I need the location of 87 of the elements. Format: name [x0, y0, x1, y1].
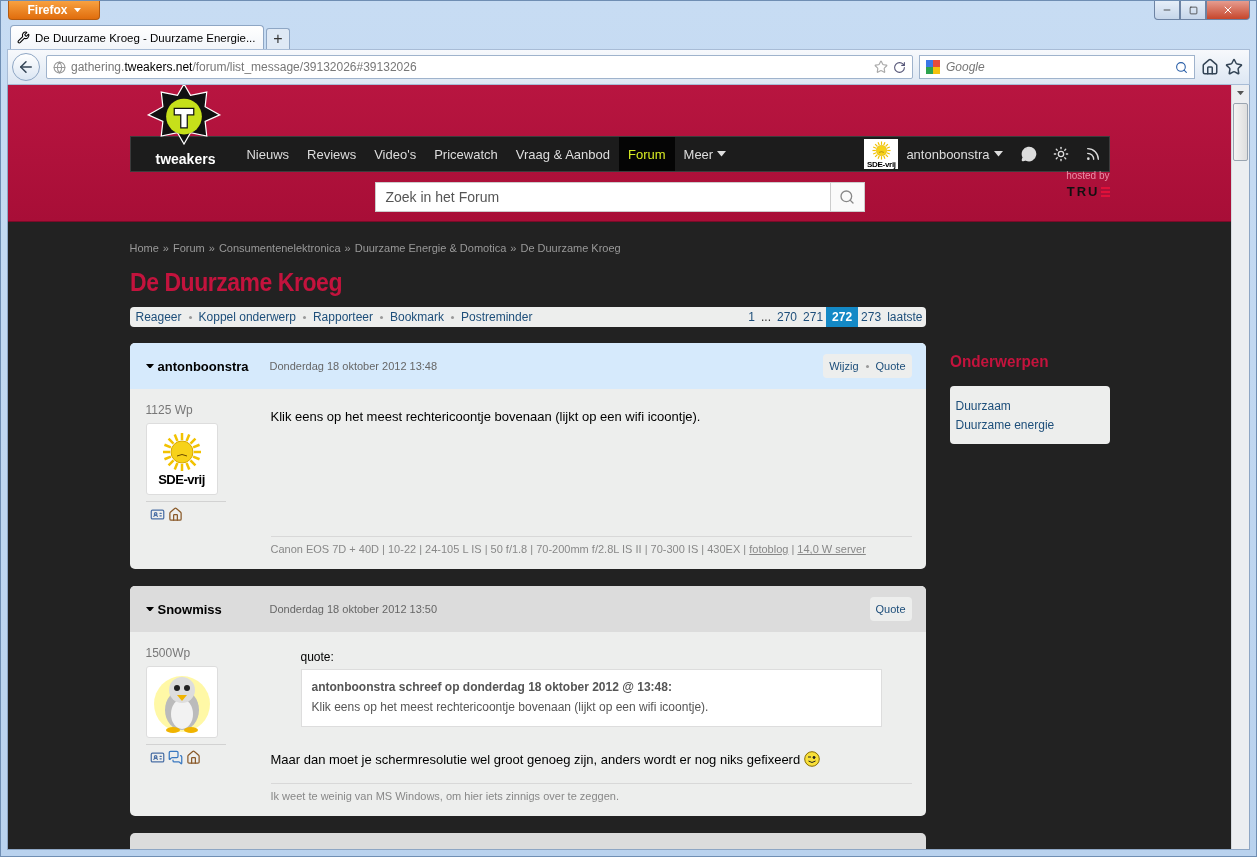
page-link[interactable]: 272 [826, 307, 859, 327]
caret-icon [993, 151, 1003, 157]
nav-link[interactable]: Nieuws [237, 137, 299, 171]
avatar-text: SDE-vrij [158, 471, 205, 487]
post-action-link[interactable]: Quote [875, 360, 906, 372]
breadcrumb-separator: » [162, 242, 169, 254]
nav-link[interactable]: Forum [619, 137, 675, 171]
caret-icon [1237, 90, 1244, 96]
user-menu[interactable]: antonboonstra [906, 137, 1013, 171]
scrollbar[interactable] [1231, 85, 1249, 849]
sun-icon [161, 431, 202, 472]
action-link[interactable]: Koppel onderwerp [198, 307, 296, 327]
user-rating: 1125 Wp [145, 403, 194, 417]
action-link[interactable]: Reageer [135, 307, 182, 327]
nav-link[interactable]: Video's [365, 137, 426, 171]
post-text: Klik eens op het meest rechtericoontje bovenaan (lijkt op een wifi icoontje). [270, 409, 701, 424]
scroll-thumb[interactable] [1233, 103, 1248, 161]
action-link[interactable]: Rapporteer [312, 307, 373, 327]
reload-icon[interactable] [893, 60, 906, 74]
post-author[interactable]: antonboonstra [145, 358, 270, 374]
search-button[interactable] [829, 183, 864, 211]
breadcrumb-link[interactable]: Forum [172, 242, 205, 254]
page-link[interactable]: 1 [745, 307, 758, 327]
sidebar-heading: Onderwerpen [949, 352, 1050, 372]
post-author[interactable]: Snowmiss [145, 601, 270, 617]
breadcrumb-link[interactable]: De Duurzame Kroeg [520, 242, 621, 254]
quote-text: Klik eens op het meest rechtericoontje bovenaan (lijkt op een wifi icoontje). [311, 700, 710, 714]
id-card-icon[interactable] [149, 750, 165, 765]
maximize-icon [1188, 5, 1198, 15]
nav-link[interactable]: Reviews [298, 137, 366, 171]
close-icon [1222, 4, 1234, 16]
search-field[interactable]: Google [919, 55, 1195, 79]
breadcrumb-separator: » [208, 242, 215, 254]
breadcrumb-link[interactable]: Consumentenelektronica [218, 242, 341, 254]
post-action-link[interactable]: Quote [875, 603, 906, 615]
new-tab-button[interactable]: + [266, 28, 290, 49]
minimize-button[interactable] [1154, 1, 1180, 20]
caret-icon [73, 7, 81, 13]
tab-title: De Duurzame Kroeg - Duurzame Energie... [35, 31, 256, 44]
post-action-link[interactable]: Wijzig [829, 360, 859, 372]
wrench-icon [17, 31, 30, 44]
browser-tab[interactable]: De Duurzame Kroeg - Duurzame Energie... [10, 25, 264, 49]
post-text: Maar dan moet je schermresolutie wel groot genoeg zijn, anders wordt er nog niks gefixeerd [270, 752, 801, 767]
quote-label: quote: [300, 650, 335, 664]
search-icon[interactable] [1175, 60, 1188, 74]
signature: Ik weet te weinig van MS Windows, om hier iets zinnigs over te zeggen. [270, 783, 912, 802]
bookmark-star-icon[interactable] [874, 60, 888, 74]
nav-link[interactable]: Meer [674, 137, 736, 171]
breadcrumb-separator: » [510, 242, 517, 254]
breadcrumb-link[interactable]: Duurzame Energie & Domotica [354, 242, 507, 254]
search-engine-icon [926, 60, 940, 74]
caret-icon [145, 606, 154, 612]
signature: Canon EOS 7D + 40D | 10-22 | 24-105 L IS | 50 f/1.8 | 70-200mm f/2.8L IS II | 70-300 IS | 430EX | fotoblog | 14,0 W server [270, 536, 912, 555]
house-icon[interactable] [167, 507, 183, 522]
logo-text[interactable]: tweakers [155, 151, 216, 171]
hosted-by-label: hosted by [1066, 170, 1110, 181]
ellipsis-text: ... [760, 309, 772, 326]
sun-icon [871, 141, 891, 160]
page-title: De Duurzame Kroeg [129, 268, 343, 297]
breadcrumb-link[interactable]: Home [129, 242, 159, 254]
action-link[interactable]: Postreminder [461, 307, 533, 327]
topic-link[interactable]: Duurzaam [955, 399, 1104, 413]
nav-link[interactable]: Pricewatch [425, 137, 507, 171]
page-link[interactable]: laatste [884, 307, 926, 327]
page-link[interactable]: 273 [858, 307, 885, 327]
nav-link[interactable]: Vraag & Aanbod [506, 137, 619, 171]
address-field[interactable]: gathering.tweakers.net/forum/list_message/39132026#39132026 [46, 55, 913, 79]
page-link[interactable]: 270 [774, 307, 801, 327]
page-link[interactable]: 271 [800, 307, 827, 327]
badge-text: SDE-vrij [867, 160, 896, 169]
quote-header: antonboonstra schreef op donderdag 18 oktober 2012 @ 13:48: [311, 680, 673, 694]
house-icon[interactable] [185, 750, 201, 765]
post-date: Donderdag 18 oktober 2012 13:48 [269, 360, 439, 372]
action-link[interactable]: Bookmark [390, 307, 444, 327]
post-date: Donderdag 18 oktober 2012 13:50 [269, 603, 439, 615]
caret-icon [145, 363, 154, 369]
search-icon [839, 189, 855, 205]
forum-search-field[interactable]: Zoek in het Forum [374, 182, 865, 212]
back-button[interactable] [12, 53, 40, 81]
maximize-button[interactable] [1180, 1, 1206, 20]
home-icon[interactable] [1201, 58, 1219, 76]
topic-link[interactable]: Duurzame energie [955, 418, 1104, 432]
globe-icon [53, 60, 66, 74]
bookmarks-icon[interactable] [1225, 58, 1243, 76]
user-rating: 1500Wp [145, 646, 192, 660]
breadcrumb-separator: » [344, 242, 351, 254]
id-card-icon[interactable] [149, 507, 165, 522]
